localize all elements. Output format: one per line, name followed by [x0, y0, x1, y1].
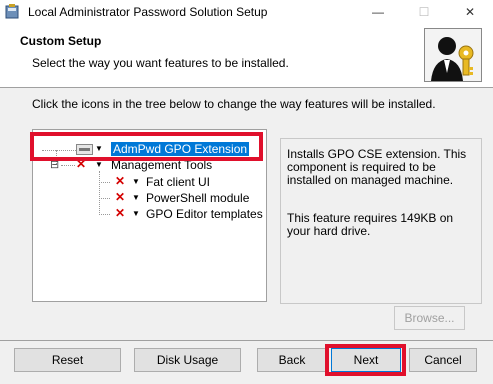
tree-connector: [99, 198, 110, 199]
browse-button[interactable]: Browse...: [394, 306, 465, 330]
back-button[interactable]: Back: [257, 348, 327, 372]
title-bar: Local Administrator Password Solution Se…: [0, 0, 493, 24]
footer-separator: [0, 340, 493, 341]
feature-description: Installs GPO CSE extension. This compone…: [287, 147, 467, 187]
dropdown-arrow-icon[interactable]: ▼: [132, 193, 140, 202]
reset-button[interactable]: Reset: [14, 348, 121, 372]
window-title: Local Administrator Password Solution Se…: [28, 5, 268, 19]
tree-item-label[interactable]: Fat client UI: [146, 175, 210, 189]
x-unavailable-icon[interactable]: ✕: [115, 190, 125, 204]
feature-size-info: This feature requires 149KB on your hard…: [287, 211, 454, 238]
feature-description-panel: Installs GPO CSE extension. This compone…: [280, 138, 482, 304]
instruction-text: Click the icons in the tree below to cha…: [32, 97, 436, 111]
page-subtitle: Select the way you want features to be i…: [32, 56, 289, 70]
tree-connector: [99, 182, 110, 183]
dropdown-arrow-icon[interactable]: ▼: [132, 209, 140, 218]
dropdown-arrow-icon[interactable]: ▼: [132, 177, 140, 186]
x-unavailable-icon[interactable]: ✕: [115, 174, 125, 188]
tree-connector: [99, 214, 110, 215]
tree-connector: [61, 165, 75, 166]
maximize-button[interactable]: ☐: [401, 0, 447, 24]
admin-key-icon: [424, 28, 482, 82]
minimize-button[interactable]: —: [355, 0, 401, 24]
close-button[interactable]: ✕: [447, 0, 493, 24]
dropdown-arrow-icon[interactable]: ▼: [95, 160, 103, 169]
cancel-button[interactable]: Cancel: [409, 348, 477, 372]
tree-item-label[interactable]: GPO Editor templates: [146, 207, 263, 221]
highlight-box-selected-feature: [30, 132, 263, 161]
installer-app-icon: [5, 4, 19, 19]
tree-connector: [99, 171, 100, 215]
highlight-box-next-button: [325, 344, 406, 376]
x-unavailable-icon[interactable]: ✕: [115, 206, 125, 220]
tree-item-label[interactable]: PowerShell module: [146, 191, 249, 205]
page-title: Custom Setup: [20, 34, 102, 48]
disk-usage-button[interactable]: Disk Usage: [134, 348, 241, 372]
header-banner: Custom Setup Select the way you want fea…: [0, 24, 493, 88]
